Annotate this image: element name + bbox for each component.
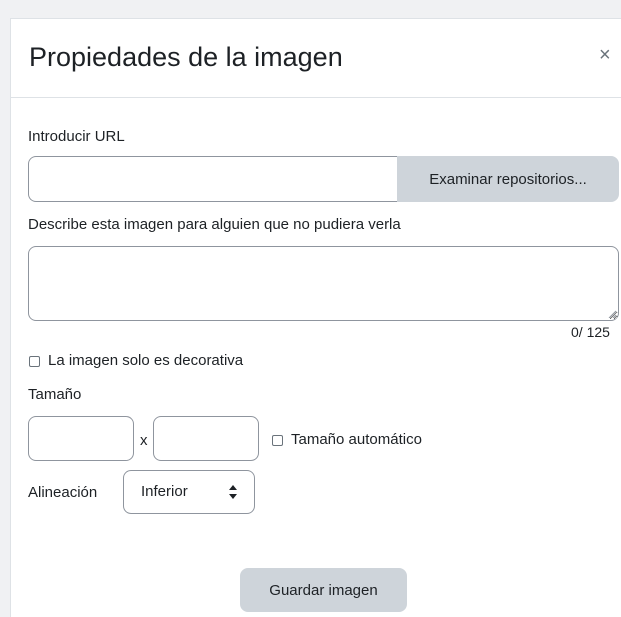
sort-caret-icon: [229, 485, 237, 499]
resize-grip-icon[interactable]: [608, 310, 616, 318]
alignment-select[interactable]: Inferior: [123, 470, 255, 514]
save-image-button[interactable]: Guardar imagen: [240, 568, 407, 612]
decorative-checkbox[interactable]: [29, 356, 40, 367]
size-separator: x: [140, 432, 148, 449]
url-input[interactable]: [28, 156, 400, 202]
url-label: Introducir URL: [28, 128, 125, 145]
alignment-label: Alineación: [28, 484, 98, 501]
decorative-label: La imagen solo es decorativa: [48, 352, 244, 369]
image-properties-dialog: Propiedades de la imagen × Introducir UR…: [10, 18, 621, 617]
auto-size-checkbox[interactable]: [272, 435, 283, 446]
size-label: Tamaño: [28, 386, 82, 403]
alt-text-field[interactable]: [28, 246, 619, 321]
dialog-title: Propiedades de la imagen: [29, 42, 343, 72]
alignment-selected-value: Inferior: [141, 483, 188, 500]
width-input[interactable]: [28, 416, 134, 461]
height-input[interactable]: [153, 416, 259, 461]
browse-repositories-button[interactable]: Examinar repositorios...: [397, 156, 619, 202]
alt-text-label: Describe esta imagen para alguien que no…: [28, 216, 401, 233]
auto-size-label: Tamaño automático: [291, 431, 422, 448]
dialog-header: Propiedades de la imagen ×: [11, 19, 621, 98]
character-counter: 0/ 125: [571, 324, 610, 340]
close-icon[interactable]: ×: [599, 45, 611, 65]
